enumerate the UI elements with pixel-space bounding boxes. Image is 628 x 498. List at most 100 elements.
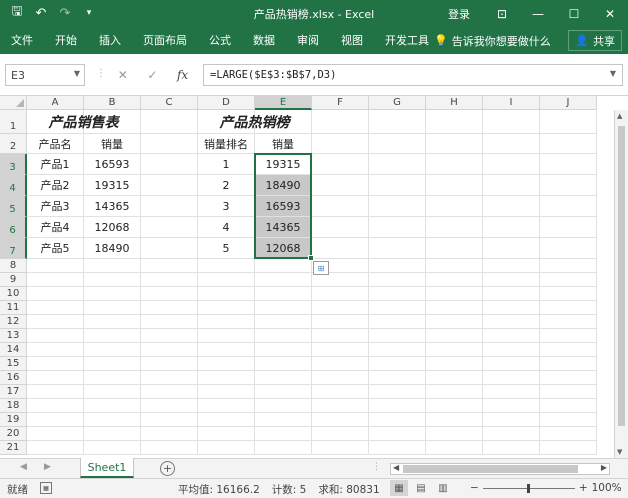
column-header-c[interactable]: C [141, 96, 198, 110]
zoom-slider-knob[interactable] [526, 483, 530, 493]
column-header-a[interactable]: A [27, 96, 84, 110]
row-header-8[interactable]: 8 [0, 259, 27, 273]
vertical-scroll-thumb[interactable] [618, 126, 625, 426]
ribbon-display-icon[interactable]: ⊡ [484, 0, 520, 27]
column-header-d[interactable]: D [198, 96, 255, 110]
cell-product-name[interactable]: 产品1 [27, 154, 83, 174]
row-header-1[interactable]: 1 [0, 110, 27, 134]
cell-header-product-name[interactable]: 产品名 [27, 134, 83, 153]
vertical-scrollbar[interactable]: ▲ ▼ [614, 110, 628, 458]
cell-rank[interactable]: 2 [198, 175, 254, 195]
sheet-tab-sheet1[interactable]: Sheet1 [80, 458, 134, 478]
tab-developer[interactable]: 开发工具 [374, 27, 440, 54]
row-header-12[interactable]: 12 [0, 315, 27, 329]
cell-rank[interactable]: 1 [198, 154, 254, 174]
cell-product-name[interactable]: 产品3 [27, 196, 83, 216]
login-link[interactable]: 登录 [448, 6, 470, 22]
tab-data[interactable]: 数据 [242, 27, 286, 54]
cell-product-sales[interactable]: 12068 [84, 217, 140, 237]
row-header-18[interactable]: 18 [0, 399, 27, 413]
row-header-9[interactable]: 9 [0, 273, 27, 287]
row-header-4[interactable]: 4 [0, 175, 27, 196]
cell-rank[interactable]: 5 [198, 238, 254, 258]
add-sheet-icon[interactable]: + [160, 461, 175, 476]
row-header-14[interactable]: 14 [0, 343, 27, 357]
tab-insert[interactable]: 插入 [88, 27, 132, 54]
prev-sheet-icon[interactable]: ◀ [20, 462, 27, 472]
zoom-out-icon[interactable]: − [470, 482, 479, 494]
select-all-button[interactable] [0, 96, 27, 110]
row-header-5[interactable]: 5 [0, 196, 27, 217]
tab-formulas[interactable]: 公式 [198, 27, 242, 54]
cell-header-rank[interactable]: 销量排名 [198, 134, 254, 153]
row-header-3[interactable]: 3 [0, 154, 27, 175]
next-sheet-icon[interactable]: ▶ [44, 462, 51, 472]
horizontal-scrollbar[interactable]: ◀ ▶ [390, 463, 610, 475]
cell-header-sales[interactable]: 销量 [84, 134, 140, 153]
row-header-15[interactable]: 15 [0, 357, 27, 371]
row-header-11[interactable]: 11 [0, 301, 27, 315]
confirm-icon[interactable]: ✓ [147, 68, 157, 82]
page-break-view-icon[interactable]: ▥ [434, 480, 452, 496]
column-header-g[interactable]: G [369, 96, 426, 110]
row-header-21[interactable]: 21 [0, 441, 27, 455]
column-header-b[interactable]: B [84, 96, 141, 110]
scroll-up-icon[interactable]: ▲ [617, 112, 622, 120]
cell-right-table-title[interactable]: 产品热销榜 [198, 110, 311, 133]
column-header-j[interactable]: J [540, 96, 597, 110]
normal-view-icon[interactable]: ▦ [390, 480, 408, 496]
close-icon[interactable]: ✕ [592, 0, 628, 27]
scroll-left-icon[interactable]: ◀ [393, 463, 399, 472]
macro-record-icon[interactable]: ▦ [40, 482, 52, 494]
cancel-icon[interactable]: ✕ [118, 68, 128, 82]
drag-handle-icon[interactable]: ⋮ [96, 68, 106, 79]
zoom-in-icon[interactable]: + [579, 482, 588, 494]
insert-function-icon[interactable]: fx [177, 68, 188, 82]
split-handle-icon[interactable]: ⋮ [372, 462, 381, 472]
column-header-h[interactable]: H [426, 96, 483, 110]
row-header-7[interactable]: 7 [0, 238, 27, 259]
cell-product-sales[interactable]: 19315 [84, 175, 140, 195]
cell-product-name[interactable]: 产品2 [27, 175, 83, 195]
share-button[interactable]: 👤 共享 [568, 30, 622, 51]
scroll-right-icon[interactable]: ▶ [601, 463, 607, 472]
cell-rank[interactable]: 4 [198, 217, 254, 237]
zoom-level[interactable]: 100% [592, 482, 622, 494]
tell-me-box[interactable]: 💡 告诉我你想要做什么 [434, 27, 551, 54]
zoom-slider[interactable] [482, 483, 575, 493]
row-header-10[interactable]: 10 [0, 287, 27, 301]
row-header-19[interactable]: 19 [0, 413, 27, 427]
worksheet-grid[interactable]: ABCDEFGHIJ 1 2 3 4 5 6 7 8 9 10 11 12 13 14 15 16 17 18 19… [0, 96, 628, 458]
cell-product-name[interactable]: 产品5 [27, 238, 83, 258]
scroll-down-icon[interactable]: ▼ [617, 448, 622, 456]
tab-page-layout[interactable]: 页面布局 [132, 27, 198, 54]
formula-input[interactable]: =LARGE($E$3:$B$7,D3) ▼ [203, 64, 623, 86]
minimize-icon[interactable]: — [520, 0, 556, 27]
page-layout-view-icon[interactable]: ▤ [412, 480, 430, 496]
cell-header-top-sales[interactable]: 销量 [255, 134, 311, 153]
quick-analysis-icon[interactable]: ⊞ [313, 261, 329, 275]
expand-formula-icon[interactable]: ▼ [610, 69, 616, 78]
cell-product-name[interactable]: 产品4 [27, 217, 83, 237]
row-header-16[interactable]: 16 [0, 371, 27, 385]
tab-view[interactable]: 视图 [330, 27, 374, 54]
tab-home[interactable]: 开始 [44, 27, 88, 54]
row-header-17[interactable]: 17 [0, 385, 27, 399]
horizontal-scroll-thumb[interactable] [403, 465, 578, 473]
name-box[interactable]: E3 ▼ [5, 64, 85, 86]
column-header-f[interactable]: F [312, 96, 369, 110]
cell-left-table-title[interactable]: 产品销售表 [27, 110, 140, 133]
cell-product-sales[interactable]: 18490 [84, 238, 140, 258]
chevron-down-icon[interactable]: ▼ [74, 69, 80, 78]
row-header-2[interactable]: 2 [0, 134, 27, 154]
maximize-icon[interactable]: ☐ [556, 0, 592, 27]
row-header-6[interactable]: 6 [0, 217, 27, 238]
column-header-e[interactable]: E [255, 96, 312, 110]
cell-product-sales[interactable]: 16593 [84, 154, 140, 174]
cell-rank[interactable]: 3 [198, 196, 254, 216]
tab-file[interactable]: 文件 [0, 27, 44, 54]
column-header-i[interactable]: I [483, 96, 540, 110]
row-header-13[interactable]: 13 [0, 329, 27, 343]
cell-product-sales[interactable]: 14365 [84, 196, 140, 216]
row-header-20[interactable]: 20 [0, 427, 27, 441]
